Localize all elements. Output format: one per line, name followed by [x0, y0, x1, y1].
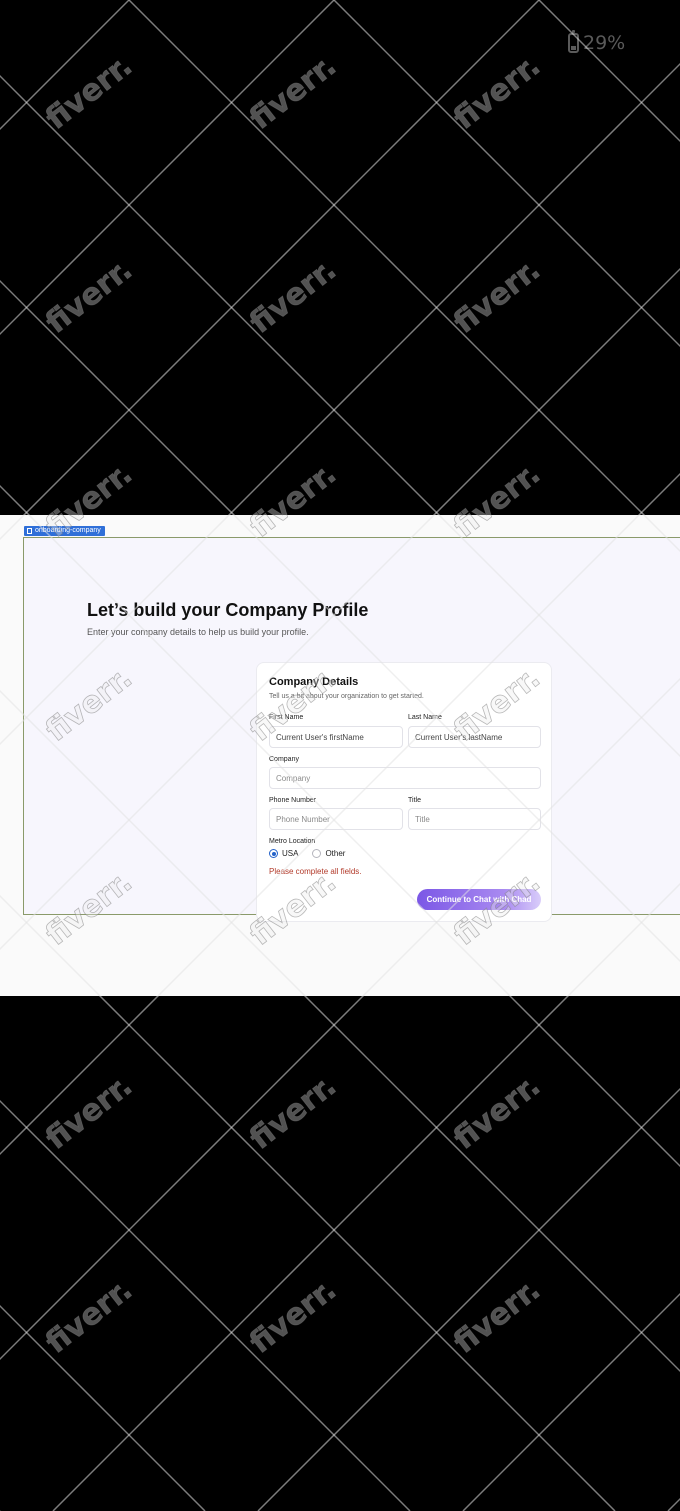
watermark-mark: fiverr.	[447, 1272, 546, 1360]
radio-unchecked-icon[interactable]	[312, 849, 322, 858]
watermark-mark: fiverr.	[39, 1068, 138, 1156]
last-name-label: Last Name	[408, 714, 442, 721]
watermark-mark: fiverr.	[243, 48, 342, 136]
watermark-mark: fiverr.	[39, 252, 138, 340]
company-details-card: Company Details Tell us a bit about your…	[256, 662, 552, 922]
battery-percent: 29%	[583, 32, 626, 54]
document-icon	[27, 528, 32, 534]
frame-tag-label: onboarding-company	[35, 527, 101, 534]
page-title: Let’s build your Company Profile	[87, 600, 369, 620]
radio-checked-icon[interactable]	[269, 849, 278, 858]
phone-screen: 29% onboarding-company Let’s build your …	[0, 0, 680, 1511]
app-screenshot: onboarding-company Let’s build your Comp…	[0, 515, 680, 996]
continue-button[interactable]: Continue to Chat with Chad	[417, 889, 541, 910]
metro-location-label: Metro Location	[269, 838, 316, 845]
card-subtitle: Tell us a bit about your organization to…	[269, 693, 424, 700]
last-name-input[interactable]	[408, 726, 541, 748]
watermark-mark: fiverr.	[243, 1068, 342, 1156]
radio-label-other: Other	[325, 849, 346, 858]
radio-option-other[interactable]: Other	[312, 849, 345, 858]
watermark-mark: fiverr.	[447, 1068, 546, 1156]
watermark-mark: fiverr.	[243, 1272, 342, 1360]
onboarding-frame: Let’s build your Company Profile Enter y…	[23, 537, 680, 922]
card-title: Company Details	[269, 676, 359, 688]
first-name-input[interactable]	[269, 726, 403, 748]
battery-icon	[568, 30, 579, 53]
radio-label-usa: USA	[282, 849, 299, 858]
watermark-mark: fiverr.	[447, 252, 546, 340]
phone-number-input[interactable]	[269, 808, 403, 830]
watermark-mark: fiverr.	[39, 1272, 138, 1360]
title-input[interactable]	[408, 808, 541, 830]
watermark-mark: fiverr.	[39, 48, 138, 136]
first-name-label: First Name	[269, 714, 304, 721]
frame-tag: onboarding-company	[24, 526, 105, 536]
watermark-mark: fiverr.	[243, 252, 342, 340]
page-subtitle: Enter your company details to help us bu…	[87, 627, 309, 637]
company-input[interactable]	[269, 767, 541, 789]
phone-number-label: Phone Number	[269, 797, 317, 804]
company-label: Company	[269, 756, 299, 763]
status-bar: 29%	[568, 30, 626, 54]
watermark-mark: fiverr.	[447, 48, 546, 136]
validation-error: Please complete all fields.	[269, 867, 362, 876]
metro-location-radio-group: USA Other	[269, 849, 345, 858]
radio-option-usa[interactable]: USA	[269, 849, 298, 858]
title-label: Title	[408, 797, 421, 804]
